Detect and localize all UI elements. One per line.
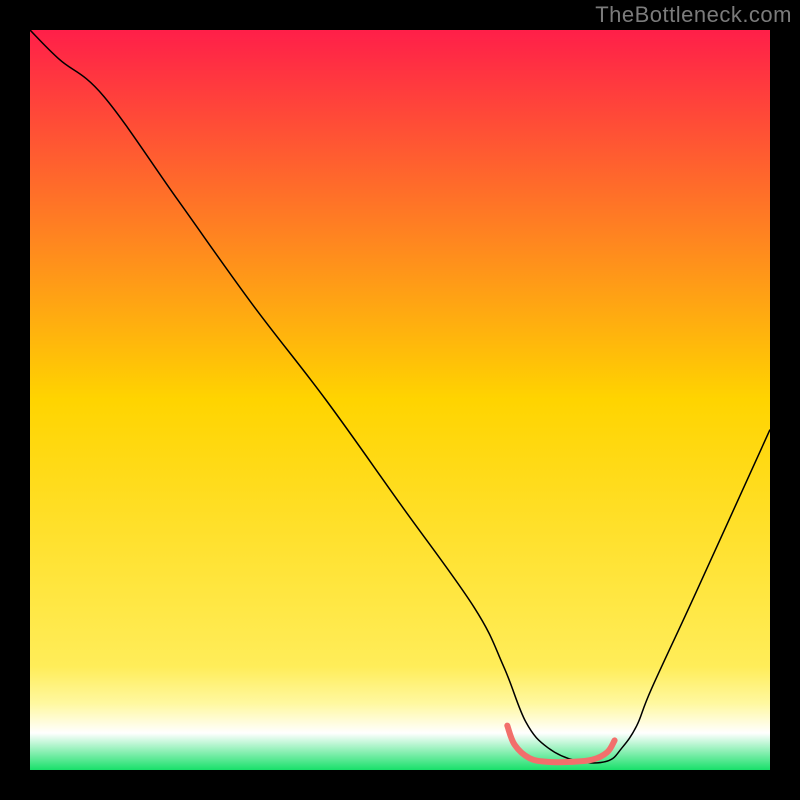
chart-svg bbox=[30, 30, 770, 770]
chart-background bbox=[30, 30, 770, 770]
plot-area bbox=[30, 30, 770, 770]
attribution-label: TheBottleneck.com bbox=[595, 2, 792, 28]
chart-frame: TheBottleneck.com bbox=[0, 0, 800, 800]
